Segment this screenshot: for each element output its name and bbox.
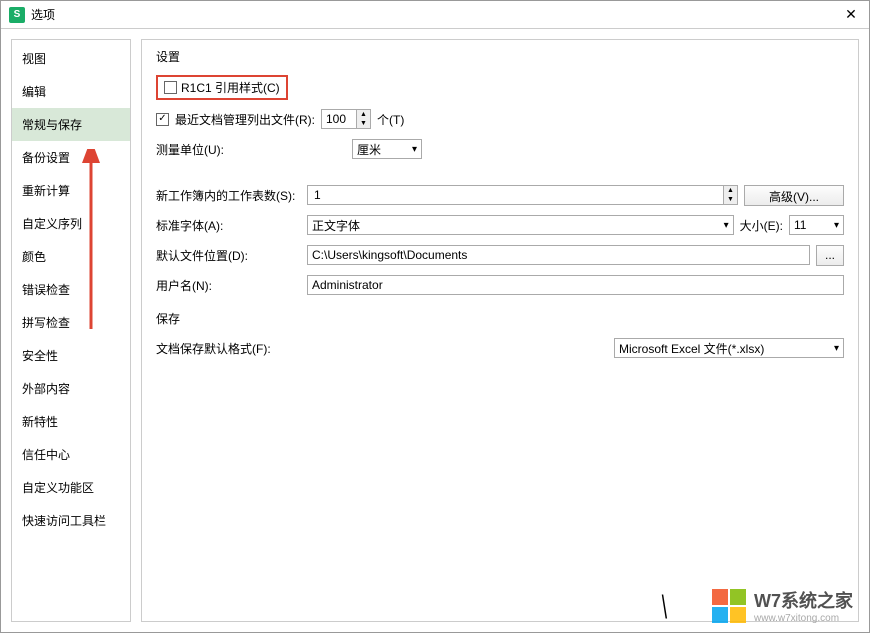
unit-select[interactable]: 厘米: [352, 139, 422, 159]
font-label: 标准字体(A):: [156, 217, 301, 234]
dialog-body: 视图 编辑 常规与保存 备份设置 重新计算 自定义序列 颜色 错误检查 拼写检查…: [1, 29, 869, 632]
recent-docs-input[interactable]: [322, 112, 356, 126]
recent-docs-checkbox[interactable]: ✓: [156, 113, 169, 126]
category-sidebar: 视图 编辑 常规与保存 备份设置 重新计算 自定义序列 颜色 错误检查 拼写检查…: [11, 39, 131, 622]
font-row: 标准字体(A): 正文字体 大小(E): 11: [156, 214, 844, 236]
sidebar-item-general-save[interactable]: 常规与保存: [12, 108, 130, 141]
sidebar-item-color[interactable]: 颜色: [12, 240, 130, 273]
font-size-label: 大小(E):: [740, 217, 783, 234]
r1c1-highlight: R1C1 引用样式(C): [156, 75, 288, 100]
save-format-value: Microsoft Excel 文件(*.xlsx): [619, 340, 764, 357]
sidebar-item-security[interactable]: 安全性: [12, 339, 130, 372]
browse-button[interactable]: ...: [816, 245, 844, 266]
recent-docs-suffix: 个(T): [377, 111, 404, 128]
font-select[interactable]: 正文字体: [307, 215, 734, 235]
path-input[interactable]: [307, 245, 810, 265]
window-title: 选项: [31, 6, 841, 23]
recent-docs-row: ✓ 最近文档管理列出文件(R): ▲▼ 个(T): [156, 108, 844, 130]
spinner-up-icon[interactable]: ▲: [724, 186, 737, 195]
save-format-select[interactable]: Microsoft Excel 文件(*.xlsx): [614, 338, 844, 358]
sidebar-item-custom-list[interactable]: 自定义序列: [12, 207, 130, 240]
spinner-down-icon[interactable]: ▼: [724, 195, 737, 204]
font-size-value: 11: [794, 218, 806, 232]
r1c1-checkbox[interactable]: [164, 81, 177, 94]
sidebar-item-spell-check[interactable]: 拼写检查: [12, 306, 130, 339]
username-label: 用户名(N):: [156, 277, 301, 294]
unit-row: 测量单位(U): 厘米: [156, 138, 844, 160]
sheets-spinner[interactable]: ▲▼: [307, 185, 738, 205]
path-label: 默认文件位置(D):: [156, 247, 301, 264]
unit-label: 测量单位(U):: [156, 141, 346, 158]
sidebar-item-edit[interactable]: 编辑: [12, 75, 130, 108]
save-format-row: 文档保存默认格式(F): Microsoft Excel 文件(*.xlsx): [156, 337, 844, 359]
sidebar-item-view[interactable]: 视图: [12, 42, 130, 75]
recent-docs-spinner[interactable]: ▲▼: [321, 109, 371, 129]
sidebar-item-custom-ribbon[interactable]: 自定义功能区: [12, 471, 130, 504]
spinner-up-icon[interactable]: ▲: [357, 110, 370, 119]
recent-docs-label: 最近文档管理列出文件(R):: [175, 111, 315, 128]
unit-value: 厘米: [357, 141, 381, 158]
sidebar-item-error-check[interactable]: 错误检查: [12, 273, 130, 306]
username-input[interactable]: [307, 275, 844, 295]
r1c1-label: R1C1 引用样式(C): [181, 79, 280, 96]
sidebar-item-new-features[interactable]: 新特性: [12, 405, 130, 438]
sheets-label: 新工作簿内的工作表数(S):: [156, 187, 301, 204]
sidebar-item-external[interactable]: 外部内容: [12, 372, 130, 405]
font-size-select[interactable]: 11: [789, 215, 844, 235]
close-button[interactable]: ✕: [841, 5, 861, 25]
options-dialog: S 选项 ✕ 视图 编辑 常规与保存 备份设置 重新计算 自定义序列 颜色 错误…: [0, 0, 870, 633]
section-save-label: 保存: [156, 310, 844, 327]
section-settings-label: 设置: [156, 48, 844, 65]
font-value: 正文字体: [312, 217, 360, 234]
sidebar-item-trust-center[interactable]: 信任中心: [12, 438, 130, 471]
spinner-down-icon[interactable]: ▼: [357, 119, 370, 128]
watermark-divider: \: [662, 589, 667, 626]
sidebar-item-qat[interactable]: 快速访问工具栏: [12, 504, 130, 537]
sheets-row: 新工作簿内的工作表数(S): ▲▼ 高级(V)...: [156, 184, 844, 206]
watermark-logo-icon: [712, 589, 746, 623]
watermark: W7系统之家 www.w7xitong.com: [712, 587, 853, 624]
app-icon: S: [9, 7, 25, 23]
watermark-title: W7系统之家: [754, 587, 853, 613]
save-format-label: 文档保存默认格式(F):: [156, 340, 301, 357]
path-row: 默认文件位置(D): ...: [156, 244, 844, 266]
username-row: 用户名(N):: [156, 274, 844, 296]
sidebar-item-recalc[interactable]: 重新计算: [12, 174, 130, 207]
advanced-button[interactable]: 高级(V)...: [744, 185, 844, 206]
titlebar: S 选项 ✕: [1, 1, 869, 29]
sheets-input[interactable]: [308, 186, 723, 204]
watermark-url: www.w7xitong.com: [754, 613, 853, 624]
sidebar-item-backup[interactable]: 备份设置: [12, 141, 130, 174]
settings-panel: 设置 R1C1 引用样式(C) ✓ 最近文档管理列出文件(R): ▲▼ 个(T)…: [141, 39, 859, 622]
